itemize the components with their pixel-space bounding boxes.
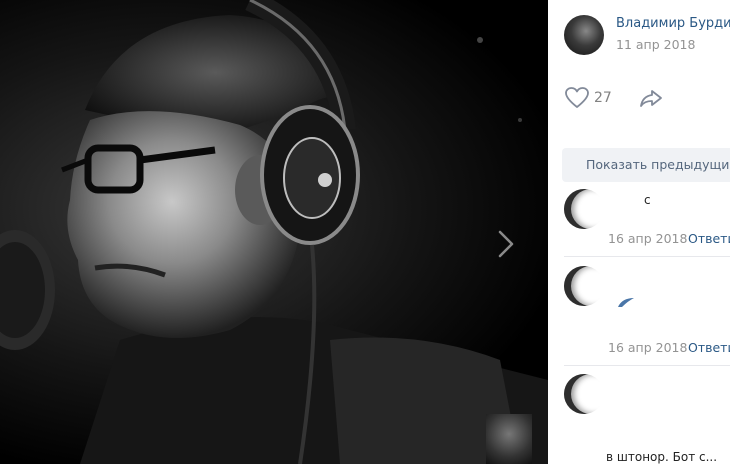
author-avatar[interactable]	[564, 15, 604, 55]
info-panel: Владимир Бурдин 11 апр 2018 27 Показать …	[548, 0, 730, 464]
commenter-avatar[interactable]	[564, 266, 604, 306]
reply-link[interactable]: Ответи	[688, 340, 730, 355]
next-photo-button[interactable]	[492, 224, 522, 264]
comment-text: с	[644, 193, 651, 207]
blue-mark	[618, 298, 634, 307]
commenter-avatar[interactable]	[564, 189, 604, 229]
divider	[564, 365, 730, 366]
comment-text: в штонор. Бот с...	[606, 450, 718, 464]
show-previous-comments-button[interactable]: Показать предыдущие	[562, 148, 730, 182]
comment-date: 16 апр 2018	[608, 340, 688, 355]
like-count: 27	[594, 90, 612, 106]
reply-link[interactable]: Ответи	[688, 231, 730, 246]
photo-viewer[interactable]	[0, 0, 548, 464]
divider	[564, 256, 730, 257]
photo-image	[0, 0, 548, 464]
share-arrow-icon	[640, 90, 662, 107]
like-button[interactable]: 27	[564, 86, 612, 110]
commenter-avatar[interactable]	[564, 374, 604, 414]
small-thumbnail	[486, 414, 532, 464]
share-button[interactable]	[638, 86, 664, 114]
comment-date: 16 апр 2018	[608, 231, 688, 246]
chevron-right-icon	[498, 230, 514, 258]
heart-icon	[565, 87, 589, 108]
post-date: 11 апр 2018	[616, 37, 696, 52]
author-name[interactable]: Владимир Бурдин	[616, 16, 730, 31]
